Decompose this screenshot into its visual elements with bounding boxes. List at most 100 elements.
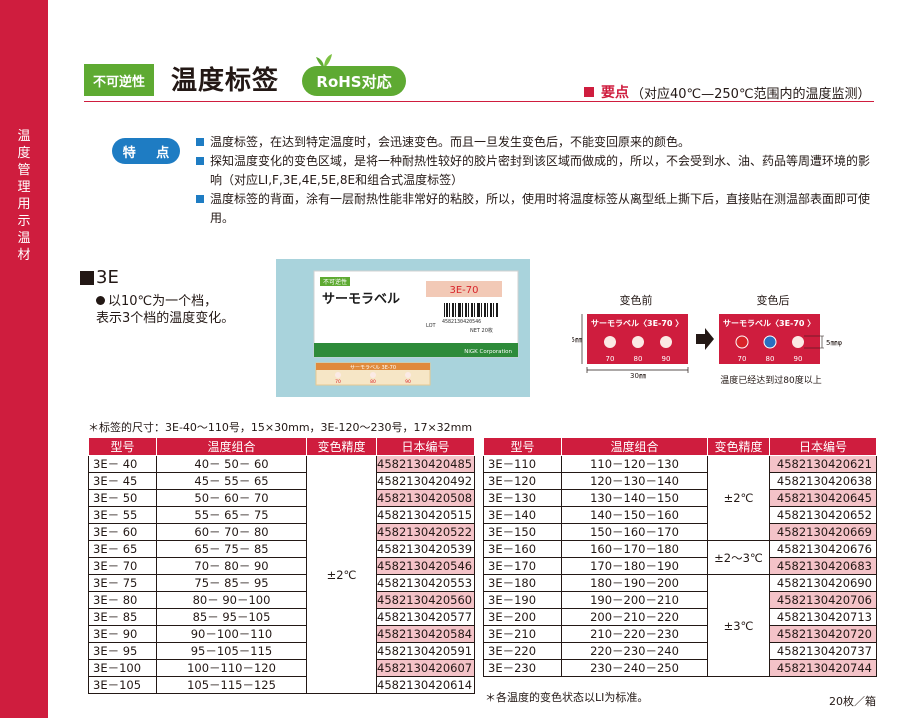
before-label: 变色前 [620,293,653,307]
table-row: 3E－180 180－190－200 ±3℃ 4582130420690 [483,574,877,677]
section-description: 以10℃为一个档， 表示3个档的温度变化。 [96,294,235,326]
temps-cell: 60－ 70－ 80 [156,523,307,541]
feature-item: 探知温度变化的变色区域，是将一种耐热性较好的胶片密封到该区域而做成的，所以，不会… [196,152,876,190]
model-cell: 3E－ 80 [88,591,157,609]
features-pill: 特 点 [112,138,180,164]
temps-cell: 160－170－180 [561,540,708,558]
photo-net: NET 20枚 [470,327,493,334]
table-row: 3E－200 200－210－220 4582130420713 [483,608,877,626]
photo-dot [335,372,341,378]
label-after-text: サーモラベル〈3E-70 〉 [723,318,815,328]
irreversible-tag: 不可逆性 [84,64,154,96]
model-cell: 3E－150 [483,523,562,541]
indicator-dot [632,336,644,348]
section-title: 3E [80,267,119,288]
model-cell: 3E－105 [88,676,157,694]
col-header-temps: 温度组合 [156,437,307,456]
code-cell: 4582130420720 [769,625,877,643]
code-cell: 4582130420737 [769,642,877,660]
temps-cell: 65－ 75－ 85 [156,540,307,558]
page-title: 温度标签 [171,66,280,96]
model-cell: 3E－ 65 [88,540,157,558]
code-cell: 4582130420560 [376,591,475,609]
indicator-dot-changed [763,335,777,349]
table-row: 3E－ 85 85－ 95－105 4582130420577 [88,608,475,626]
square-bullet-icon [196,138,204,146]
code-cell: 4582130420591 [376,642,475,660]
dot-dimension: 5㎜φ [826,339,842,347]
table-row: 3E－ 40 40－ 50－ 60 ±2℃ 4582130420485 [88,455,475,694]
temps-cell: 230－240－250 [561,659,708,677]
indicator-dot [660,336,672,348]
model-cell: 3E－110 [483,455,562,473]
code-cell: 4582130420515 [376,506,475,524]
width-dimension: 30㎜ [630,372,646,380]
square-bullet-icon [196,195,204,203]
col-header-model: 型号 [483,437,562,456]
model-cell: 3E－ 50 [88,489,157,507]
label-size-note: ＊标签的尺寸：3E-40～110号，15×30mm，3E-120～230号，17… [88,421,473,434]
model-cell: 3E－200 [483,608,562,626]
photo-dot [405,372,411,378]
table-row: 3E－190 190－200－210 4582130420706 [483,591,877,609]
table-row: 3E－ 45 45－ 55－ 65 4582130420492 [88,472,475,490]
table-row: 3E－140 140－150－160 4582130420652 [483,506,877,524]
photo-corp: NiGK Corporation [464,349,512,355]
code-cell: 4582130420539 [376,540,475,558]
code-cell: 4582130420690 [769,574,877,592]
model-cell: 3E－ 85 [88,608,157,626]
label-before-text: サーモラベル〈3E-70 〉 [591,318,683,328]
model-cell: 3E－ 70 [88,557,157,575]
arrow-right-icon [696,328,714,350]
photo-strip-num: 70 [335,379,341,385]
model-cell: 3E－220 [483,642,562,660]
col-header-code: 日本编号 [376,437,475,456]
table-row: 3E－105 105－115－125 4582130420614 [88,676,475,694]
temps-cell: 220－230－240 [561,642,708,660]
code-cell: 4582130420638 [769,472,877,490]
table-row: 3E－230 230－240－250 4582130420744 [483,659,877,677]
code-cell: 4582130420683 [769,557,877,575]
code-cell: 4582130420607 [376,659,475,677]
code-cell: 4582130420645 [769,489,877,507]
spec-table-left: 型号 温度组合 变色精度 日本编号 3E－ 40 40－ 50－ 60 ±2℃ 458… [88,437,475,694]
temps-cell: 120－130－140 [561,472,708,490]
code-cell: 4582130420621 [769,455,877,473]
header-divider [84,101,874,102]
model-cell: 3E－ 55 [88,506,157,524]
temps-cell: 55－ 65－ 75 [156,506,307,524]
code-cell: 4582130420553 [376,574,475,592]
photo-strip-text: サーモラベル 3E-70 [350,365,396,371]
temps-cell: 150－160－170 [561,523,708,541]
model-cell: 3E－ 95 [88,642,157,660]
color-standard-note: ＊各温度的变色状态以LI为标准。 [485,691,649,704]
temps-cell: 95－105－115 [156,642,307,660]
code-cell: 4582130420744 [769,659,877,677]
photo-strip-num: 90 [405,379,411,385]
indicator-dot-changed [735,335,749,349]
model-cell: 3E－180 [483,574,562,592]
model-cell: 3E－170 [483,557,562,575]
code-cell: 4582130420584 [376,625,475,643]
table-row: 3E－160 160－170－180 ±2～3℃ 4582130420676 [483,540,877,575]
photo-tag-text: 不可逆性 [323,278,347,286]
barcode-digits: 4582130420546 [442,319,481,325]
temp-70: 70 [606,355,615,363]
table-row: 3E－ 70 70－ 80－ 90 4582130420546 [88,557,475,575]
code-cell: 4582130420713 [769,608,877,626]
temps-cell: 130－140－150 [561,489,708,507]
accuracy-cell: ±2℃ [707,455,770,541]
key-point-label: 要点 [601,85,629,101]
temps-cell: 70－ 80－ 90 [156,557,307,575]
col-header-temps: 温度组合 [561,437,708,456]
model-cell: 3E－230 [483,659,562,677]
temps-cell: 85－ 95－105 [156,608,307,626]
features-list: 温度标签，在达到特定温度时，会迅速变色。而且一旦发生变色后，不能变回原来的颜色。… [196,133,876,228]
table-row: 3E－ 90 90－100－110 4582130420584 [88,625,475,643]
col-header-accuracy: 变色精度 [306,437,377,456]
square-bullet-icon [196,157,204,165]
temps-cell: 50－ 60－ 70 [156,489,307,507]
temp-90: 90 [662,355,671,363]
model-cell: 3E－140 [483,506,562,524]
diagram-caption: 温度已经达到过80度以上 [720,374,821,386]
